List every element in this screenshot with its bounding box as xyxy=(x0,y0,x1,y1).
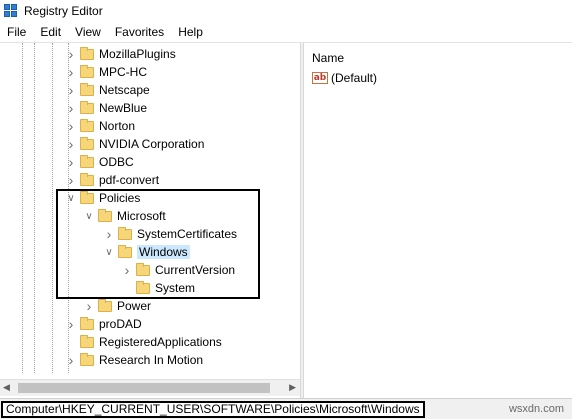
menu-file[interactable]: File xyxy=(0,25,33,39)
menu-view[interactable]: View xyxy=(68,25,108,39)
tree-node-label: CurrentVersion xyxy=(155,263,236,277)
tree-node[interactable]: › pdf-convert xyxy=(66,171,159,189)
tree-node-label: NVIDIA Corporation xyxy=(99,137,205,151)
tree-node[interactable]: › MozillaPlugins xyxy=(66,45,176,63)
folder-icon xyxy=(80,118,94,132)
expand-chevron-icon[interactable]: › xyxy=(66,99,76,117)
folder-icon xyxy=(80,172,94,186)
tree-node-label: Power xyxy=(117,299,152,313)
tree-node-label: Research In Motion xyxy=(99,353,204,367)
expand-chevron-icon[interactable]: › xyxy=(66,45,76,63)
scrollbar-thumb[interactable] xyxy=(18,383,270,393)
title-bar: Registry Editor xyxy=(0,0,572,22)
expand-chevron-icon[interactable]: › xyxy=(66,171,76,189)
folder-icon xyxy=(80,82,94,96)
tree-node[interactable]: › NewBlue xyxy=(66,99,147,117)
tree-node[interactable]: › Research In Motion xyxy=(66,351,203,369)
tree-node[interactable]: ∨ Microsoft xyxy=(84,207,166,225)
tree-node[interactable]: › NVIDIA Corporation xyxy=(66,135,205,153)
menu-bar: File Edit View Favorites Help xyxy=(0,22,572,42)
tree-node-label: System xyxy=(155,281,196,295)
folder-icon xyxy=(98,208,112,222)
folder-icon xyxy=(80,352,94,366)
menu-edit[interactable]: Edit xyxy=(33,25,68,39)
folder-icon xyxy=(80,334,94,348)
registry-tree[interactable]: ◀ ▶ › MozillaPlugins › MPC-HC › Netscape › NewB… xyxy=(0,42,300,398)
scroll-right-icon[interactable]: ▶ xyxy=(289,382,296,393)
tree-node[interactable]: ›RegisteredApplications xyxy=(66,333,222,351)
collapse-chevron-icon[interactable]: ∨ xyxy=(66,189,76,207)
folder-icon xyxy=(136,280,150,294)
expand-chevron-icon[interactable]: › xyxy=(66,81,76,99)
column-header-name[interactable]: Name xyxy=(312,51,344,65)
value-row[interactable]: ab (Default) xyxy=(312,71,377,85)
horizontal-scrollbar[interactable]: ◀ ▶ xyxy=(0,379,300,396)
folder-icon xyxy=(98,298,112,312)
string-value-icon: ab xyxy=(312,72,328,84)
folder-icon xyxy=(80,316,94,330)
tree-node-label: MPC-HC xyxy=(99,65,147,79)
folder-icon xyxy=(80,154,94,168)
tree-node-label: SystemCertificates xyxy=(137,227,238,241)
expand-chevron-icon[interactable]: › xyxy=(66,117,76,135)
tree-node-label: Norton xyxy=(99,119,136,133)
tree-node[interactable]: › Norton xyxy=(66,117,135,135)
tree-node[interactable]: › MPC-HC xyxy=(66,63,147,81)
folder-icon xyxy=(80,46,94,60)
folder-icon xyxy=(80,100,94,114)
tree-node-label: Microsoft xyxy=(117,209,166,223)
tree-node[interactable]: ∨ Policies xyxy=(66,189,140,207)
collapse-chevron-icon[interactable]: ∨ xyxy=(84,207,94,225)
expand-chevron-icon[interactable]: › xyxy=(104,225,114,243)
tree-node[interactable]: › Power xyxy=(84,297,151,315)
tree-guide-line xyxy=(52,43,53,373)
tree-node[interactable]: ∨ Windows xyxy=(104,243,190,261)
expand-chevron-icon[interactable]: › xyxy=(122,261,132,279)
tree-node[interactable]: › proDAD xyxy=(66,315,142,333)
window-title: Registry Editor xyxy=(24,4,103,18)
values-list[interactable]: Name ab (Default) xyxy=(304,42,572,398)
registry-editor-icon xyxy=(4,4,18,18)
tree-node-label: MozillaPlugins xyxy=(99,47,176,61)
tree-node[interactable]: › ODBC xyxy=(66,153,134,171)
tree-node-label: proDAD xyxy=(99,317,142,331)
expand-chevron-icon[interactable]: › xyxy=(66,153,76,171)
value-name: (Default) xyxy=(331,71,378,85)
tree-node[interactable]: ›System xyxy=(122,279,195,297)
tree-guide-line xyxy=(34,43,35,373)
expand-chevron-icon[interactable]: › xyxy=(66,315,76,333)
menu-help[interactable]: Help xyxy=(171,25,210,39)
status-bar: Computer\HKEY_CURRENT_USER\SOFTWARE\Poli… xyxy=(0,398,572,419)
expand-chevron-icon[interactable]: › xyxy=(66,135,76,153)
folder-icon xyxy=(136,262,150,276)
expand-chevron-icon[interactable]: › xyxy=(66,351,76,369)
tree-node[interactable]: › SystemCertificates xyxy=(104,225,237,243)
tree-guide-line xyxy=(22,43,23,373)
folder-icon xyxy=(80,190,94,204)
expand-chevron-icon[interactable]: › xyxy=(84,297,94,315)
folder-icon xyxy=(80,64,94,78)
tree-node-label: ODBC xyxy=(99,155,134,169)
folder-icon xyxy=(118,244,132,258)
key-path: Computer\HKEY_CURRENT_USER\SOFTWARE\Poli… xyxy=(1,401,425,418)
tree-node-label: Netscape xyxy=(99,83,150,97)
tree-node-label: Policies xyxy=(99,191,141,205)
scroll-left-icon[interactable]: ◀ xyxy=(3,382,10,393)
watermark: wsxdn.com xyxy=(508,403,564,415)
tree-node[interactable]: › Netscape xyxy=(66,81,150,99)
menu-favorites[interactable]: Favorites xyxy=(108,25,171,39)
folder-icon xyxy=(80,136,94,150)
collapse-chevron-icon[interactable]: ∨ xyxy=(104,243,114,261)
expand-chevron-icon[interactable]: › xyxy=(66,63,76,81)
tree-node-label: NewBlue xyxy=(99,101,148,115)
tree-node-label: pdf-convert xyxy=(99,173,160,187)
tree-node[interactable]: › CurrentVersion xyxy=(122,261,235,279)
tree-node-label: Windows xyxy=(137,245,190,259)
folder-icon xyxy=(118,226,132,240)
tree-node-label: RegisteredApplications xyxy=(99,335,222,349)
